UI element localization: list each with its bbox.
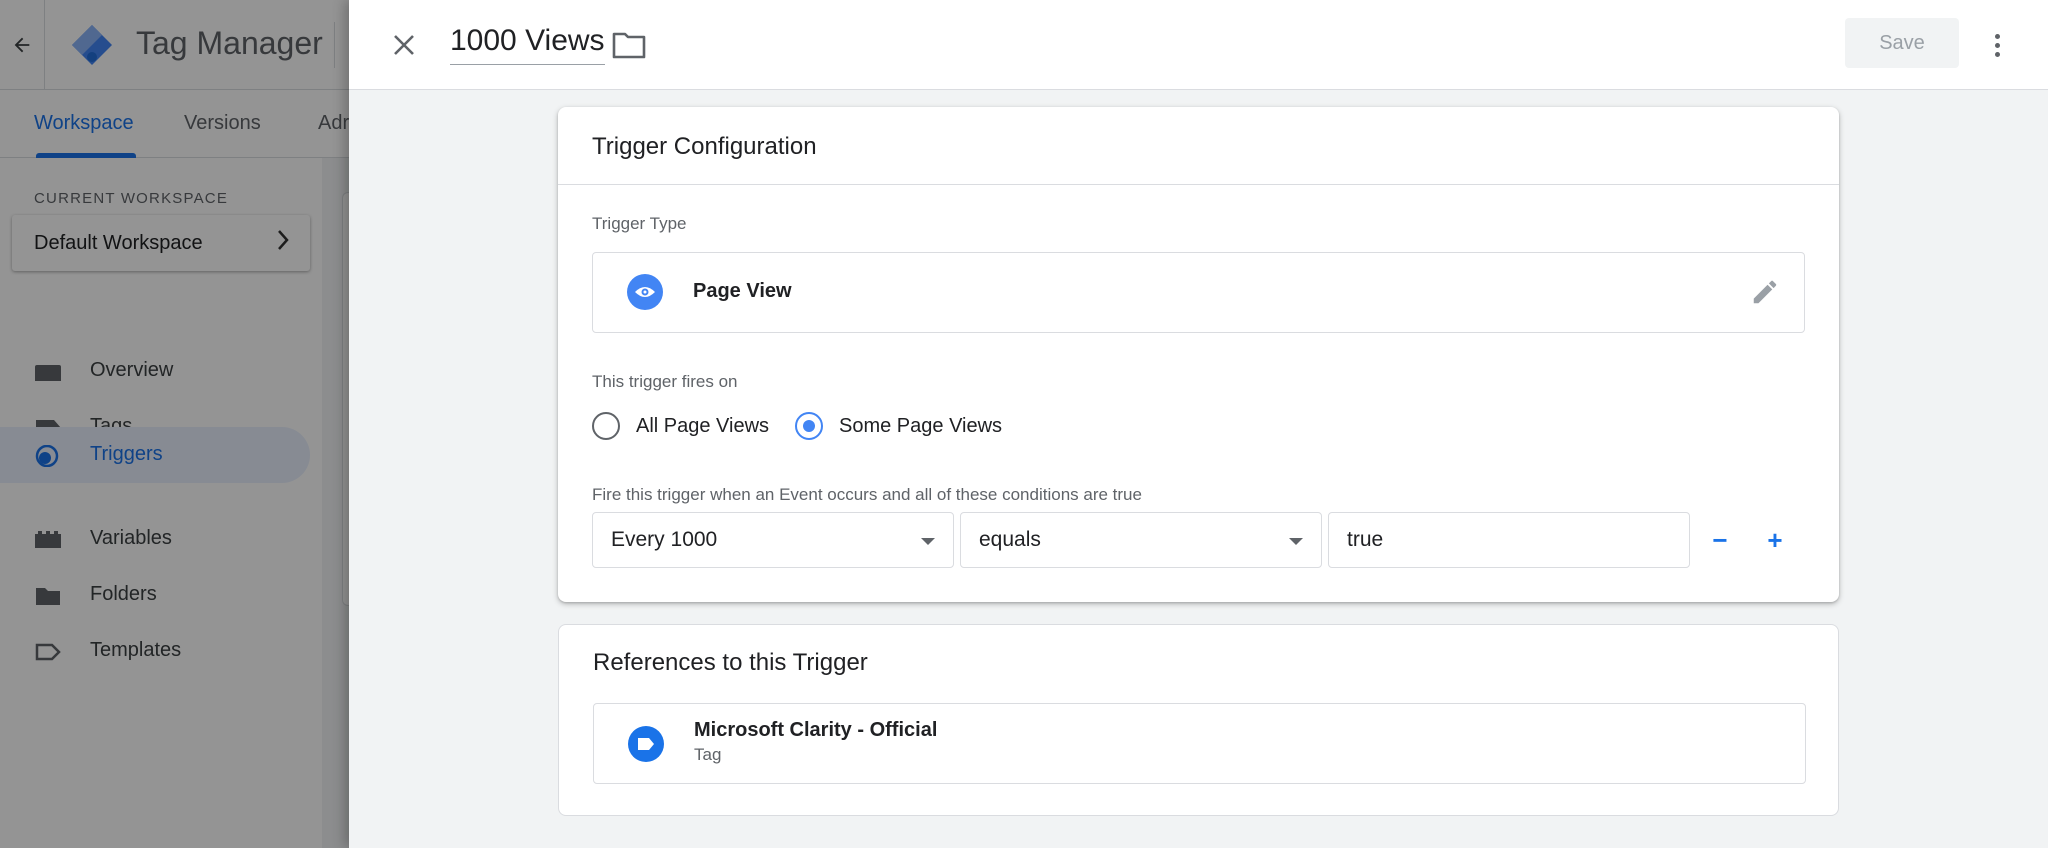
folder-outline-icon[interactable] xyxy=(611,28,647,62)
reference-type: Tag xyxy=(694,745,722,764)
radio-label: Some Page Views xyxy=(839,414,1003,437)
condition-operator-value: equals xyxy=(979,528,1041,551)
divider xyxy=(558,184,1839,185)
close-button[interactable] xyxy=(383,24,425,66)
reference-item[interactable]: Microsoft Clarity - Official Tag xyxy=(593,703,1806,784)
condition-operator-select[interactable]: equals xyxy=(960,512,1322,568)
remove-condition-button[interactable]: − xyxy=(1705,525,1735,555)
trigger-type-name: Page View xyxy=(693,280,792,302)
radio-unchecked-icon xyxy=(592,412,620,440)
condition-value-text: true xyxy=(1347,528,1384,551)
trigger-configuration-card: Trigger Configuration Trigger Type Page … xyxy=(558,107,1839,602)
add-condition-button[interactable]: + xyxy=(1760,525,1790,555)
more-vert-icon[interactable] xyxy=(1979,24,2015,66)
panel-header: 1000 Views Save xyxy=(349,0,2048,90)
radio-label: All Page Views xyxy=(636,414,770,437)
condition-variable-value: Every 1000 xyxy=(611,528,718,551)
trigger-name-input[interactable]: 1000 Views xyxy=(450,24,605,65)
radio-some-page-views[interactable]: Some Page Views xyxy=(795,410,1002,442)
fires-on-label: This trigger fires on xyxy=(592,372,738,391)
save-button[interactable]: Save xyxy=(1845,18,1959,68)
dropdown-arrow-icon xyxy=(921,538,935,545)
eye-icon xyxy=(627,274,663,310)
trigger-type-label: Trigger Type xyxy=(592,214,687,233)
radio-all-page-views[interactable]: All Page Views xyxy=(592,410,769,442)
condition-label: Fire this trigger when an Event occurs a… xyxy=(592,485,1142,504)
close-icon xyxy=(394,35,414,55)
trigger-editor-panel: 1000 Views Save Trigger Configuration Tr… xyxy=(349,0,2048,848)
trigger-type-selector[interactable]: Page View xyxy=(592,252,1805,333)
card-title: Trigger Configuration xyxy=(592,133,817,160)
condition-value-input[interactable]: true xyxy=(1328,512,1690,568)
radio-checked-icon xyxy=(795,412,823,440)
reference-name: Microsoft Clarity - Official xyxy=(694,719,938,741)
references-title: References to this Trigger xyxy=(593,649,868,676)
dropdown-arrow-icon xyxy=(1289,538,1303,545)
condition-variable-select[interactable]: Every 1000 xyxy=(592,512,954,568)
references-card: References to this Trigger Microsoft Cla… xyxy=(558,624,1839,816)
edit-pencil-icon[interactable] xyxy=(1750,277,1780,307)
tag-icon xyxy=(628,726,664,762)
